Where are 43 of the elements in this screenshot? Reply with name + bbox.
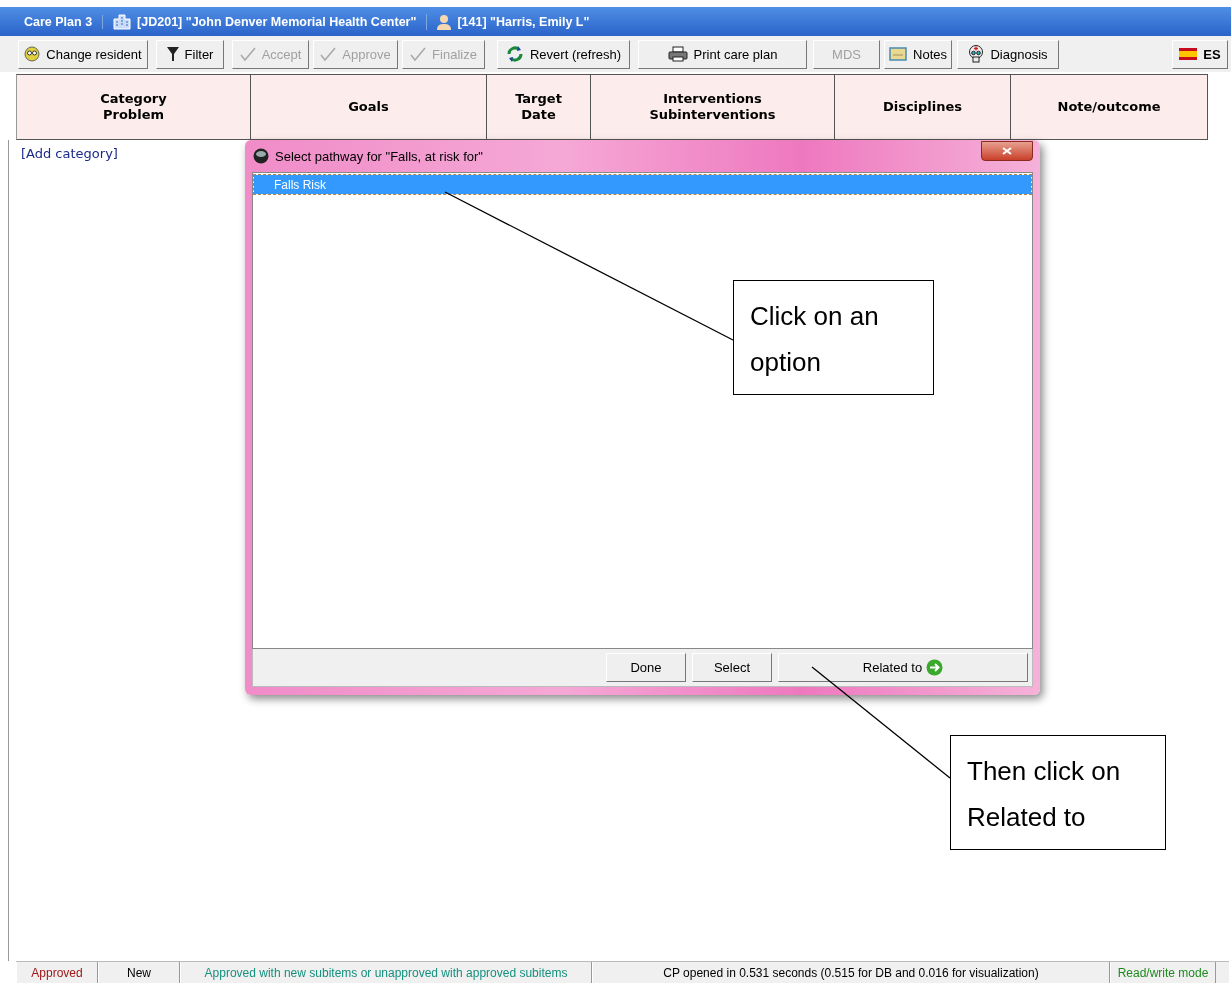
status-text: Read/write mode [1110, 962, 1216, 983]
status-text: CP opened in 0.531 seconds (0.515 for DB and 0.016 for visualization) [592, 962, 1110, 983]
check-icon [320, 47, 337, 61]
column-header: Target Date [487, 74, 591, 140]
refresh-icon [506, 45, 524, 63]
dialog-button[interactable]: Related to [778, 653, 1028, 682]
face-icon [24, 46, 41, 62]
check-icon [239, 47, 256, 61]
callout-text: Click on an option [733, 280, 934, 395]
notes-icon [889, 47, 907, 61]
toolbar-button[interactable]: Filter [156, 39, 224, 69]
status-text: New [98, 962, 180, 983]
toolbar-button[interactable]: Print care plan [638, 39, 807, 69]
close-icon [1002, 147, 1012, 155]
resident-name: [141] "Harris, Emily L" [457, 14, 590, 29]
column-header: Interventions Subinterventions [591, 74, 835, 140]
status-text: Approved [16, 962, 98, 983]
status-text: Approved with new subitems or unapproved with approved subitems [180, 962, 592, 983]
app-title: Care Plan 3 [24, 14, 93, 29]
printer-icon [667, 46, 688, 62]
language-button[interactable]: ES [1172, 39, 1228, 69]
person-icon [437, 13, 452, 30]
toolbar-button[interactable]: Revert (refresh) [497, 39, 630, 69]
check-icon [410, 47, 427, 61]
column-header: Disciplines [835, 74, 1011, 140]
skull-icon [968, 45, 985, 63]
toolbar-button[interactable]: Diagnosis [957, 39, 1059, 69]
toolbar-button[interactable]: Change resident [18, 39, 148, 69]
app-icon [253, 148, 269, 164]
column-header: Category Problem [16, 74, 251, 140]
filter-icon [166, 46, 179, 62]
building-icon [113, 13, 132, 30]
close-button[interactable] [981, 141, 1033, 161]
toolbar-button[interactable]: Notes [884, 39, 952, 69]
flag-icon [1179, 48, 1198, 60]
dialog-button[interactable]: Done [606, 653, 686, 682]
dialog-title: Select pathway for "Falls, at risk for" [275, 148, 484, 164]
callout-text: Then click on Related to [950, 735, 1166, 850]
dialog-button[interactable]: Select [692, 653, 772, 682]
add-category-link[interactable]: [Add category] [21, 146, 118, 161]
column-header: Note/outcome [1011, 74, 1208, 140]
column-header: Goals [251, 74, 487, 140]
facility-name: [JD201] "John Denver Memorial Health Center" [137, 14, 417, 29]
